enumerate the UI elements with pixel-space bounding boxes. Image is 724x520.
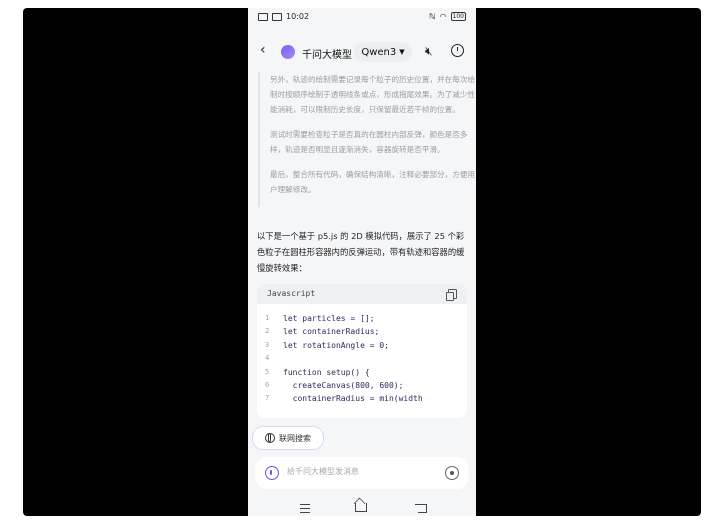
menu-icon[interactable]: [300, 504, 310, 513]
speaker-mute-icon[interactable]: 🔇︎: [425, 44, 433, 59]
copy-icon[interactable]: [446, 289, 457, 301]
back-arrow-icon[interactable]: ‹: [260, 42, 266, 58]
code-line: 3 let rotationAngle = 0;: [257, 339, 467, 352]
message-input[interactable]: [287, 467, 437, 476]
phone-screen: 10:02 ℕ ◠ 100 ‹ 千问大模型 Qwen3 ▼ 🔇︎ 另外，轨迹的绘…: [248, 8, 476, 516]
model-selector[interactable]: Qwen3 ▼: [354, 42, 412, 62]
line-number: 4: [265, 354, 270, 363]
code-line: 1 let particles = [];: [257, 312, 467, 325]
nfc-icon: ℕ: [429, 12, 436, 21]
code-text: containerRadius = min(width: [283, 394, 423, 404]
system-nav-bar: [248, 496, 476, 516]
home-icon[interactable]: [355, 503, 367, 512]
answer-text: 以下是一个基于 p5.js 的 2D 模拟代码，展示了 25 个彩色粒子在圆柱形…: [257, 231, 465, 273]
code-block: Javascript 1 let particles = []; 2 let con…: [257, 284, 467, 418]
line-number: 1: [265, 314, 270, 322]
code-line: 6 createCanvas(800, 600);: [257, 379, 467, 392]
app-logo: [281, 45, 295, 59]
line-number: 2: [265, 327, 270, 336]
wifi-icon: ◠: [439, 12, 447, 21]
stop-generation-icon[interactable]: [445, 466, 459, 480]
app-title: 千问大模型: [302, 50, 352, 61]
sim-icon: [272, 12, 282, 21]
code-line: 2 let containerRadius;: [257, 325, 467, 338]
thinking-paragraph: 测试时需要检查粒子是否真的在圆柱内部反弹，颜色是否多样，轨迹是否明显且逐渐消失，…: [270, 130, 468, 154]
line-number: 7: [265, 394, 270, 403]
globe-icon: [265, 433, 275, 443]
thinking-block: 另外，轨迹的绘制需要记录每个粒子的历史位置，并在每次绘制时按顺序绘制于透明线条或…: [258, 72, 476, 207]
chevron-down-icon: ▼: [399, 48, 405, 56]
thinking-paragraph: 另外，轨迹的绘制需要记录每个粒子的历史位置，并在每次绘制时按顺序绘制于透明线条或…: [270, 75, 476, 114]
thinking-paragraph: 最后，整合所有代码，确保结构清晰，注释必要部分，方便用户理解修改。: [270, 170, 476, 194]
history-clock-icon[interactable]: [451, 44, 464, 57]
code-header: Javascript: [257, 284, 467, 304]
code-body: 1 let particles = []; 2 let containerRadiu…: [257, 312, 467, 406]
battery-icon: 100: [450, 12, 466, 21]
model-name: Qwen3: [361, 46, 397, 58]
code-language: Javascript: [267, 289, 316, 298]
code-text: createCanvas(800, 600);: [283, 380, 404, 390]
code-text: let rotationAngle = 0;: [283, 340, 389, 350]
web-search-button[interactable]: 联网搜索: [252, 426, 324, 450]
message-input-bar: [255, 457, 469, 489]
status-time: 10:02: [286, 12, 310, 21]
code-line: 5 function setup() {: [257, 366, 467, 379]
web-search-label: 联网搜索: [279, 433, 311, 443]
back-icon[interactable]: [415, 504, 427, 513]
line-number: 5: [265, 367, 270, 376]
notification-icon: [258, 12, 268, 21]
line-number: 6: [265, 380, 270, 389]
voice-input-icon[interactable]: [265, 466, 279, 480]
code-text: function setup() {: [283, 367, 370, 377]
status-bar: 10:02 ℕ ◠ 100: [248, 8, 476, 26]
code-line: 7 containerRadius = min(width: [257, 392, 467, 405]
code-text: let particles = [];: [283, 314, 375, 323]
line-number: 3: [265, 340, 270, 349]
code-text: let containerRadius;: [283, 327, 380, 337]
top-bar: ‹ 千问大模型 Qwen3 ▼ 🔇︎: [248, 34, 476, 70]
code-line: 4: [257, 352, 467, 365]
